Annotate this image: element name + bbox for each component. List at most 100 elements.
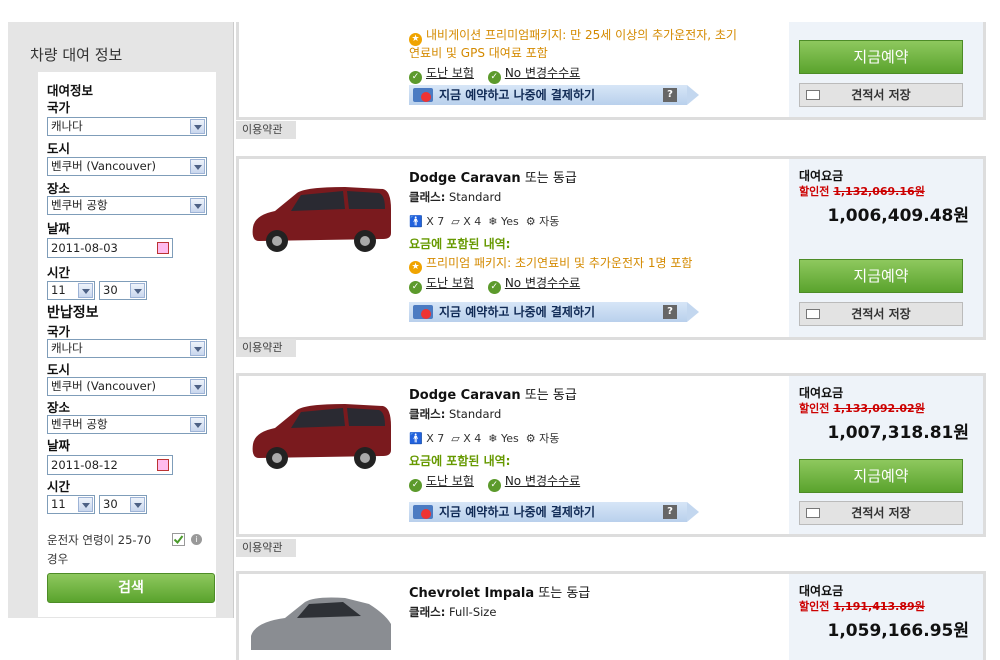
price-panel: 대여요금 할인전 1,133,092.02원 1,007,318.81원 지금예… [789, 376, 983, 534]
rent-label: 대여요금 [799, 584, 844, 598]
city-select[interactable]: 벤쿠버 (Vancouver) [47, 157, 207, 176]
return-country-label: 국가 [47, 324, 71, 339]
included-title: 요금에 포함된 내역: [409, 454, 511, 468]
chevron-down-icon [130, 283, 145, 298]
mail-icon [806, 309, 820, 319]
return-time-label: 시간 [47, 479, 71, 494]
return-country-select[interactable]: 캐나다 [47, 339, 207, 358]
mail-icon [806, 90, 820, 100]
check-icon: ✓ [487, 479, 501, 492]
original-price: 할인전 1,132,069.16원 [799, 185, 925, 198]
help-icon[interactable]: ? [663, 505, 677, 519]
chevron-down-icon [190, 119, 205, 134]
car-model: Dodge Caravan 또는 동급 [409, 388, 577, 403]
no-change-fee-link[interactable]: No 변경수수료 [505, 276, 580, 290]
terms-tab[interactable]: 이용약관 [236, 121, 296, 139]
no-change-fee-link[interactable]: No 변경수수료 [505, 474, 580, 488]
included-items: ✓ 도난 보험 ✓ No 변경수수료 [409, 472, 580, 492]
luggage-icon: ▱ [451, 215, 460, 228]
pay-later-banner[interactable]: 지금 예약하고 나중에 결제하기? [409, 502, 699, 522]
premium-package-text: ★ 프리미엄 패키지: 초기연료비 및 추가운전자 1명 포함 [409, 254, 692, 274]
return-minute-select[interactable]: 30 [99, 495, 147, 514]
calendar-icon[interactable] [157, 242, 169, 254]
aircon-icon: ❄ [488, 432, 498, 445]
theft-insurance-link[interactable]: 도난 보험 [426, 66, 474, 80]
car-class: 클래스: Standard [409, 190, 502, 204]
chevron-down-icon [78, 497, 93, 512]
star-icon: ★ [409, 33, 422, 46]
date-label: 날짜 [47, 221, 71, 236]
aircon-icon: ❄ [488, 215, 498, 228]
chevron-down-icon [78, 283, 93, 298]
country-select[interactable]: 캐나다 [47, 117, 207, 136]
terms-tab[interactable]: 이용약관 [236, 339, 296, 357]
passenger-icon: 🚹 [409, 215, 423, 228]
help-icon[interactable]: ? [663, 88, 677, 102]
book-now-button[interactable]: 지금예약 [799, 40, 963, 74]
car-features: 🚹 X 7 ▱ X 4 ❄ Yes ⚙ 자동 [409, 432, 560, 445]
check-icon: ✓ [409, 479, 422, 492]
credit-card-icon [413, 505, 433, 519]
driver-age-text: 운전자 연령이 25-70 경우 [47, 533, 152, 566]
chevron-down-icon [190, 198, 205, 213]
terms-tab[interactable]: 이용약관 [236, 539, 296, 557]
transmission-icon: ⚙ [525, 215, 536, 228]
pickup-hour-select[interactable]: 11 [47, 281, 95, 300]
book-now-button[interactable]: 지금예약 [799, 259, 963, 293]
luggage-icon: ▱ [451, 432, 460, 445]
return-date-label: 날짜 [47, 438, 71, 453]
return-heading: 반납정보 [47, 305, 99, 321]
location-select[interactable]: 벤쿠버 공항 [47, 196, 207, 215]
chevron-down-icon [190, 159, 205, 174]
return-city-label: 도시 [47, 362, 71, 377]
theft-insurance-link[interactable]: 도난 보험 [426, 474, 474, 488]
book-now-button[interactable]: 지금예약 [799, 459, 963, 493]
return-hour-select[interactable]: 11 [47, 495, 95, 514]
original-price: 할인전 1,191,413.89원 [799, 600, 925, 613]
result-card: Dodge Caravan 또는 동급 클래스: Standard 🚹 X 7 … [236, 156, 986, 340]
credit-card-icon [413, 305, 433, 319]
chevron-down-icon [190, 379, 205, 394]
star-icon: ★ [409, 261, 422, 274]
save-quote-button[interactable]: 견적서 저장 [799, 83, 963, 107]
info-icon[interactable]: i [191, 534, 202, 545]
car-image [252, 404, 391, 469]
transmission-icon: ⚙ [525, 432, 536, 445]
no-change-fee-link[interactable]: No 변경수수료 [505, 66, 580, 80]
pickup-date-input[interactable]: 2011-08-03 [47, 238, 173, 258]
city-label: 도시 [47, 141, 71, 156]
result-card: Chevrolet Impala 또는 동급 클래스: Full-Size 대여… [236, 571, 986, 660]
chevron-down-icon [130, 497, 145, 512]
return-date-input[interactable]: 2011-08-12 [47, 455, 173, 475]
help-icon[interactable]: ? [663, 305, 677, 319]
price: 1,007,318.81원 [827, 423, 969, 443]
pickup-minute-select[interactable]: 30 [99, 281, 147, 300]
age-checkbox[interactable] [172, 533, 185, 546]
return-location-select[interactable]: 벤쿠버 공항 [47, 415, 207, 434]
price-panel: 대여요금 할인전 1,132,069.16원 1,006,409.48원 지금예… [789, 159, 983, 337]
save-quote-button[interactable]: 견적서 저장 [799, 501, 963, 525]
car-model: Chevrolet Impala 또는 동급 [409, 586, 591, 601]
car-class: 클래스: Standard [409, 407, 502, 421]
check-icon: ✓ [409, 281, 422, 294]
pay-later-banner[interactable]: 지금 예약하고 나중에 결제하기? [409, 85, 699, 105]
price: 1,059,166.95원 [827, 621, 969, 641]
premium-package-text: ★ 내비게이션 프리미엄패키지: 만 25세 이상의 추가운전자, 초기 연료비 및… [409, 28, 737, 60]
price-panel: 지금예약 견적서 저장 [789, 22, 983, 117]
check-icon: ✓ [487, 71, 501, 84]
included-items: ✓ 도난 보험 ✓ No 변경수수료 [409, 64, 580, 84]
pay-later-banner[interactable]: 지금 예약하고 나중에 결제하기? [409, 302, 699, 322]
calendar-icon[interactable] [157, 459, 169, 471]
search-button[interactable]: 검색 [47, 573, 215, 603]
credit-card-icon [413, 88, 433, 102]
price: 1,006,409.48원 [827, 206, 969, 226]
car-image [252, 187, 391, 252]
included-title: 요금에 포함된 내역: [409, 237, 511, 251]
chevron-down-icon [190, 341, 205, 356]
theft-insurance-link[interactable]: 도난 보험 [426, 276, 474, 290]
return-city-select[interactable]: 벤쿠버 (Vancouver) [47, 377, 207, 396]
passenger-icon: 🚹 [409, 432, 423, 445]
price-panel: 대여요금 할인전 1,191,413.89원 1,059,166.95원 [789, 574, 983, 660]
rent-label: 대여요금 [799, 169, 844, 183]
save-quote-button[interactable]: 견적서 저장 [799, 302, 963, 326]
